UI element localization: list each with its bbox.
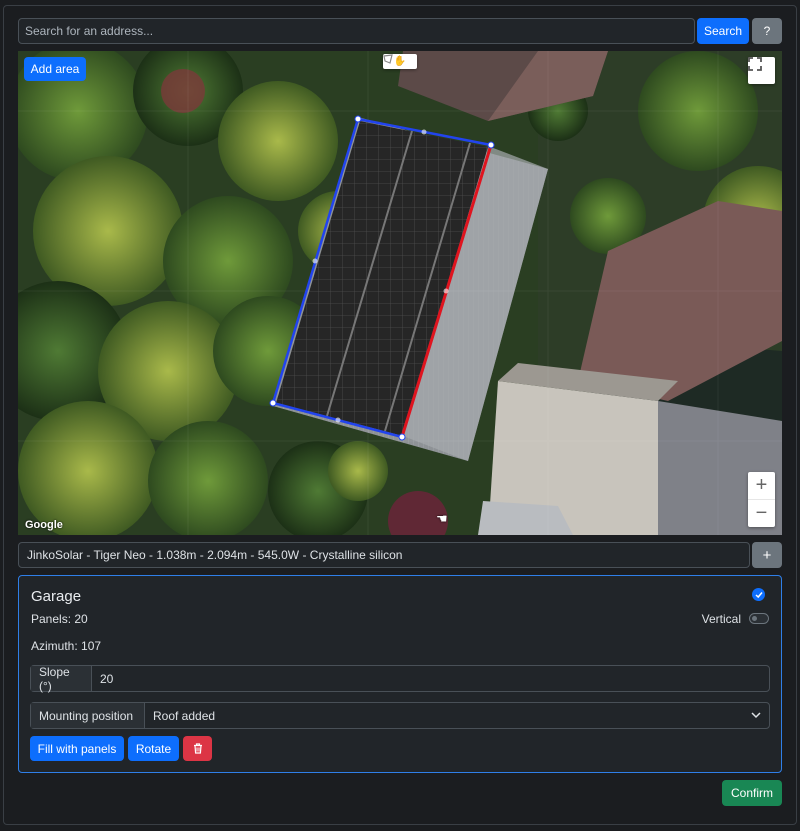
slope-label: Slope (°): [31, 665, 92, 693]
add-panel-model-button[interactable]: +: [752, 542, 782, 568]
fullscreen-icon: [748, 57, 762, 71]
address-search-input[interactable]: Search for an address...: [18, 18, 695, 44]
trash-icon: [193, 743, 202, 754]
zoom-out-button[interactable]: −: [748, 500, 775, 527]
vertical-label: Vertical: [701, 612, 741, 626]
google-attribution: Google: [25, 519, 63, 531]
rotate-button[interactable]: Rotate: [128, 736, 179, 761]
mounting-position-value: Roof added: [153, 708, 216, 723]
search-button[interactable]: Search: [697, 18, 749, 44]
aerial-imagery: [18, 51, 782, 535]
polygon-draw-icon[interactable]: [383, 54, 394, 65]
slope-input-group: Slope (°) 20: [30, 665, 770, 693]
zoom-in-button[interactable]: +: [748, 473, 775, 500]
fill-with-panels-button[interactable]: Fill with panels: [30, 736, 124, 761]
chevron-down-icon: [751, 712, 761, 719]
panel-model-select[interactable]: JinkoSolar - Tiger Neo - 1.038m - 2.094m…: [18, 542, 750, 568]
zoom-control: + −: [748, 472, 775, 527]
mounting-position-select[interactable]: Roof added: [145, 703, 769, 728]
fullscreen-button[interactable]: [748, 57, 775, 84]
help-button[interactable]: ?: [752, 18, 782, 44]
vertical-toggle[interactable]: [749, 613, 769, 624]
checkmark-icon: [754, 591, 763, 598]
slope-input[interactable]: 20: [92, 666, 769, 691]
area-name: Garage: [31, 588, 82, 605]
hand-icon[interactable]: ✋: [394, 56, 406, 67]
cursor-hand-icon: ☚: [436, 511, 448, 526]
panels-count: Panels: 20: [31, 612, 88, 626]
add-area-button[interactable]: Add area: [24, 57, 86, 81]
area-card: Garage Panels: 20 Vertical Azimuth: 107 …: [18, 575, 782, 773]
satellite-map[interactable]: Add area ✋ + − Google ☚: [18, 51, 782, 535]
drawing-toolbar: ✋: [383, 54, 417, 69]
mounting-position-label: Mounting position: [31, 703, 145, 728]
area-selected-checkbox[interactable]: [752, 588, 765, 601]
azimuth-value: Azimuth: 107: [31, 639, 102, 653]
confirm-button[interactable]: Confirm: [722, 780, 782, 806]
mounting-position-group: Mounting position Roof added: [30, 702, 770, 729]
delete-area-button[interactable]: [183, 736, 212, 761]
